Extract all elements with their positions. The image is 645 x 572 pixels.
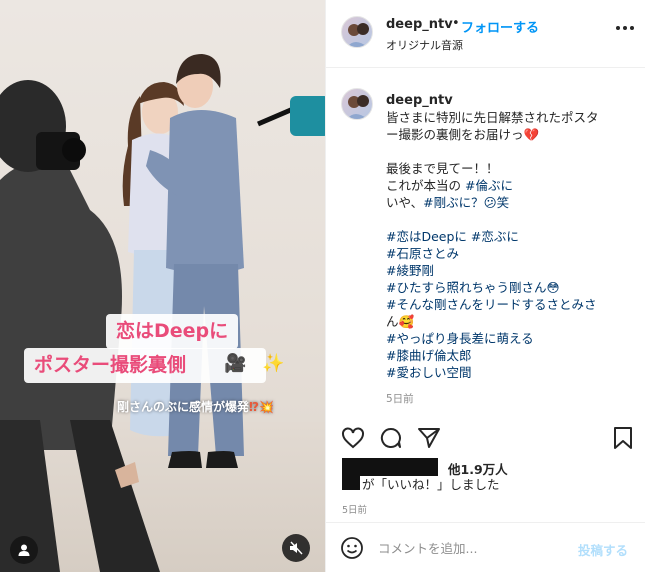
smiley-icon [341,537,363,559]
caption-line: #恋はDeepに #恋ぶに [386,228,641,245]
hashtag-link[interactable]: #恋はDeepに [386,229,467,244]
video-subcaption-text: 剛さんのぶに感情が爆発 [117,400,250,414]
hashtag-link[interactable]: #そんな剛さんをリードするさとみさ [386,297,596,312]
save-button[interactable] [610,425,636,451]
caption-line: #ひたすら照れちゃう剛さん😳 [386,279,641,296]
comment-icon [380,427,401,448]
caption-line: #綾野剛 [386,262,641,279]
follow-button[interactable]: フォローする [461,17,539,36]
post-comment-button[interactable]: 投稿する [578,540,628,559]
caption-text-segment: ー撮影の裏側をお届けっ💔 [386,127,540,142]
caption-timestamp: 5日前 [386,393,414,405]
caption-line: #膝曲げ倫太郎 [386,347,641,364]
sparkles-icon: ✨ [262,353,285,374]
comment-input[interactable] [378,535,568,561]
video-player[interactable]: 恋はDeepに ポスター撮影裏側 🎥 ✨ 剛さんのぶに感情が爆発⁉💥 [0,0,325,572]
video-frame [0,54,325,572]
hashtag-link[interactable]: #やっぱり身長差に萌える [386,331,534,346]
hashtag-link[interactable]: #膝曲げ倫太郎 [386,348,471,363]
bookmark-icon [614,427,632,449]
hashtag-link[interactable]: #愛おしい空間 [386,365,471,380]
caption-text: 皆さまに特別に先日解禁されたポスタ ー撮影の裏側をお届けっ💔 最後まで見てー！！ これ… [386,109,641,381]
mute-button[interactable] [282,534,310,562]
video-subcaption-mark: ⁉💥 [249,400,274,414]
caption-username-suffix: . [440,93,445,108]
avatar[interactable] [341,16,373,48]
action-bar [326,425,645,451]
post-header: deep_ntv • フォローする オリジナル音源 [326,0,645,68]
caption-line: いや、#剛ぶに？😕笑 [386,194,641,211]
hashtag-link[interactable]: #倫ぶに [465,178,513,193]
caption-text-segment: 最後まで見てー！！ [386,161,499,176]
comment-bar: 投稿する [326,522,645,572]
audio-label[interactable]: オリジナル音源 [386,37,463,53]
user-tag-button[interactable] [10,536,38,564]
video-caption-line-2-text: ポスター撮影裏側 [34,354,187,376]
heart-icon [342,427,364,449]
caption-line: #やっぱり身長差に萌える [386,330,641,347]
header-separator-dot: • [452,16,460,31]
speaker-muted-icon [290,541,303,555]
video-subcaption: 剛さんのぶに感情が爆発⁉💥 [117,398,274,415]
caption-text-segment: 皆さまに特別に先日解禁されたポスタ [386,110,599,125]
hashtag-link[interactable]: #ひたすら照れちゃう剛さん😳 [386,280,560,295]
caption-line: これが本当の #倫ぶに [386,177,641,194]
emoji-button[interactable] [340,536,364,560]
caption-line: #そんな剛さんをリードするさとみさ [386,296,641,313]
caption-text-segment: ん🥰 [386,314,415,329]
hashtag-link[interactable]: #剛ぶに？😕笑 [423,195,509,210]
like-button[interactable] [340,425,366,451]
hashtag-link[interactable]: #綾野剛 [386,263,434,278]
caption-line: ー撮影の裏側をお届けっ💔 [386,126,641,143]
caption-line: #石原さとみ [386,245,641,262]
caption-line: 皆さまに特別に先日解禁されたポスタ [386,109,641,126]
paper-plane-icon [418,428,440,448]
caption-line [386,143,641,160]
caption-text-segment: これが本当の [386,178,465,193]
header-username[interactable]: deep_ntv [386,17,453,32]
share-button[interactable] [416,425,442,451]
caption-avatar-image [347,95,369,119]
movie-camera-icon: 🎥 [224,353,247,374]
caption-avatar[interactable] [341,88,373,120]
more-horizontal-icon [616,26,634,30]
caption-text-segment: いや、 [386,195,424,210]
caption-line: ん🥰 [386,313,641,330]
caption-line [386,211,641,228]
post-details-panel: deep_ntv • フォローする オリジナル音源 deep_ntv . 皆さま… [325,0,645,572]
video-caption-line-1: 恋はDeepに [106,314,239,349]
likes-text: が「いいね！」しました [362,477,500,492]
caption-line: 最後まで見てー！！ [386,160,641,177]
comment-button[interactable] [378,425,404,451]
hashtag-link[interactable]: #恋ぶに [471,229,519,244]
user-tag-icon [18,544,30,556]
likes-summary[interactable]: 他1.9万人 が「いいね！」しました [342,458,642,498]
caption-line: #愛おしい空間 [386,364,641,381]
post-timestamp[interactable]: 5日前 [342,502,367,516]
caption-area: deep_ntv . 皆さまに特別に先日解禁されたポスタ ー撮影の裏側をお届けっ💔… [326,69,645,425]
more-options-button[interactable] [614,20,636,36]
liker-redaction-mark [342,476,360,490]
avatar-image [347,23,369,47]
hashtag-link[interactable]: #石原さとみ [386,246,459,261]
